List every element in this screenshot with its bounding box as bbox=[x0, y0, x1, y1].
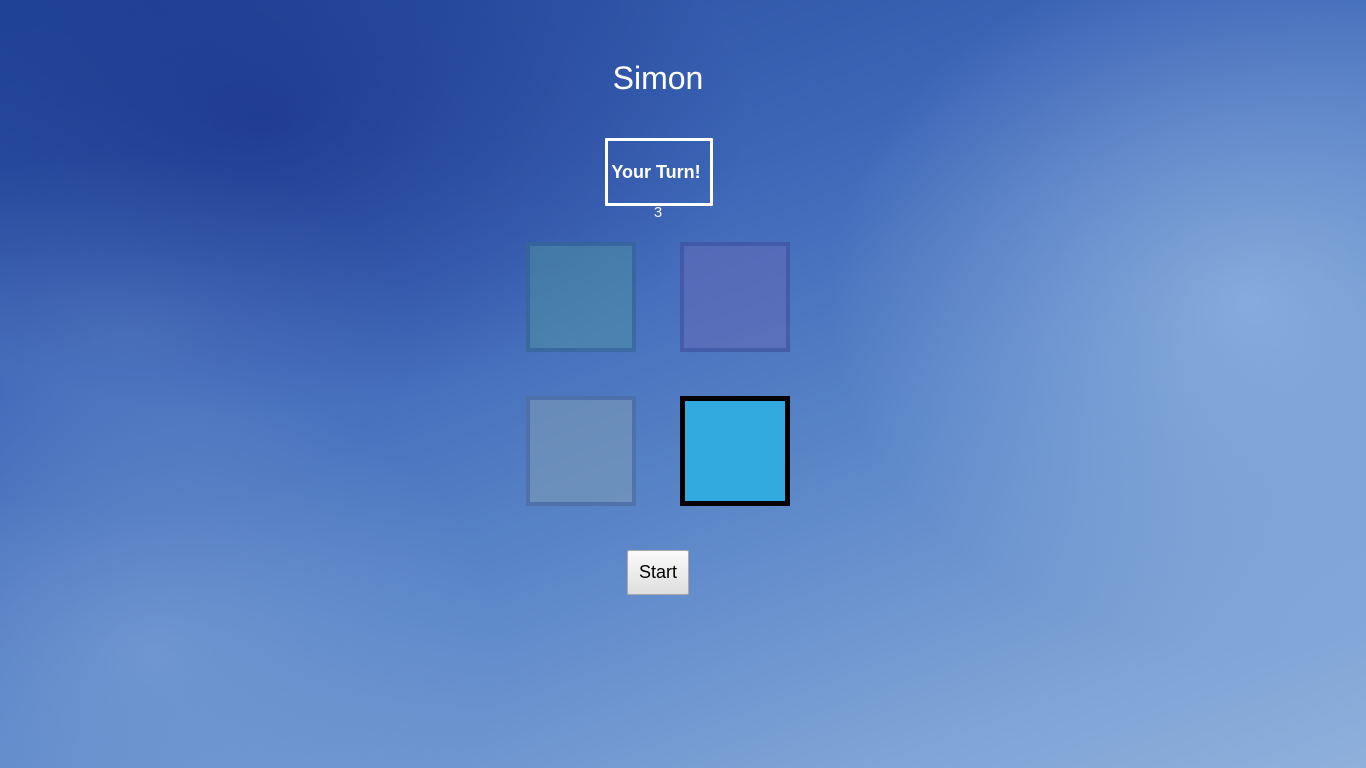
blue-pad[interactable] bbox=[680, 396, 790, 506]
sequence-count: 3 bbox=[653, 204, 663, 221]
start-button[interactable]: Start bbox=[627, 550, 689, 595]
turn-status-text: Your Turn! bbox=[611, 161, 701, 182]
green-pad[interactable] bbox=[526, 242, 636, 352]
purple-pad[interactable] bbox=[680, 242, 790, 352]
game-title: Simon bbox=[612, 60, 704, 96]
turn-status-box: Your Turn! bbox=[605, 138, 713, 206]
yellow-pad[interactable] bbox=[526, 396, 636, 506]
